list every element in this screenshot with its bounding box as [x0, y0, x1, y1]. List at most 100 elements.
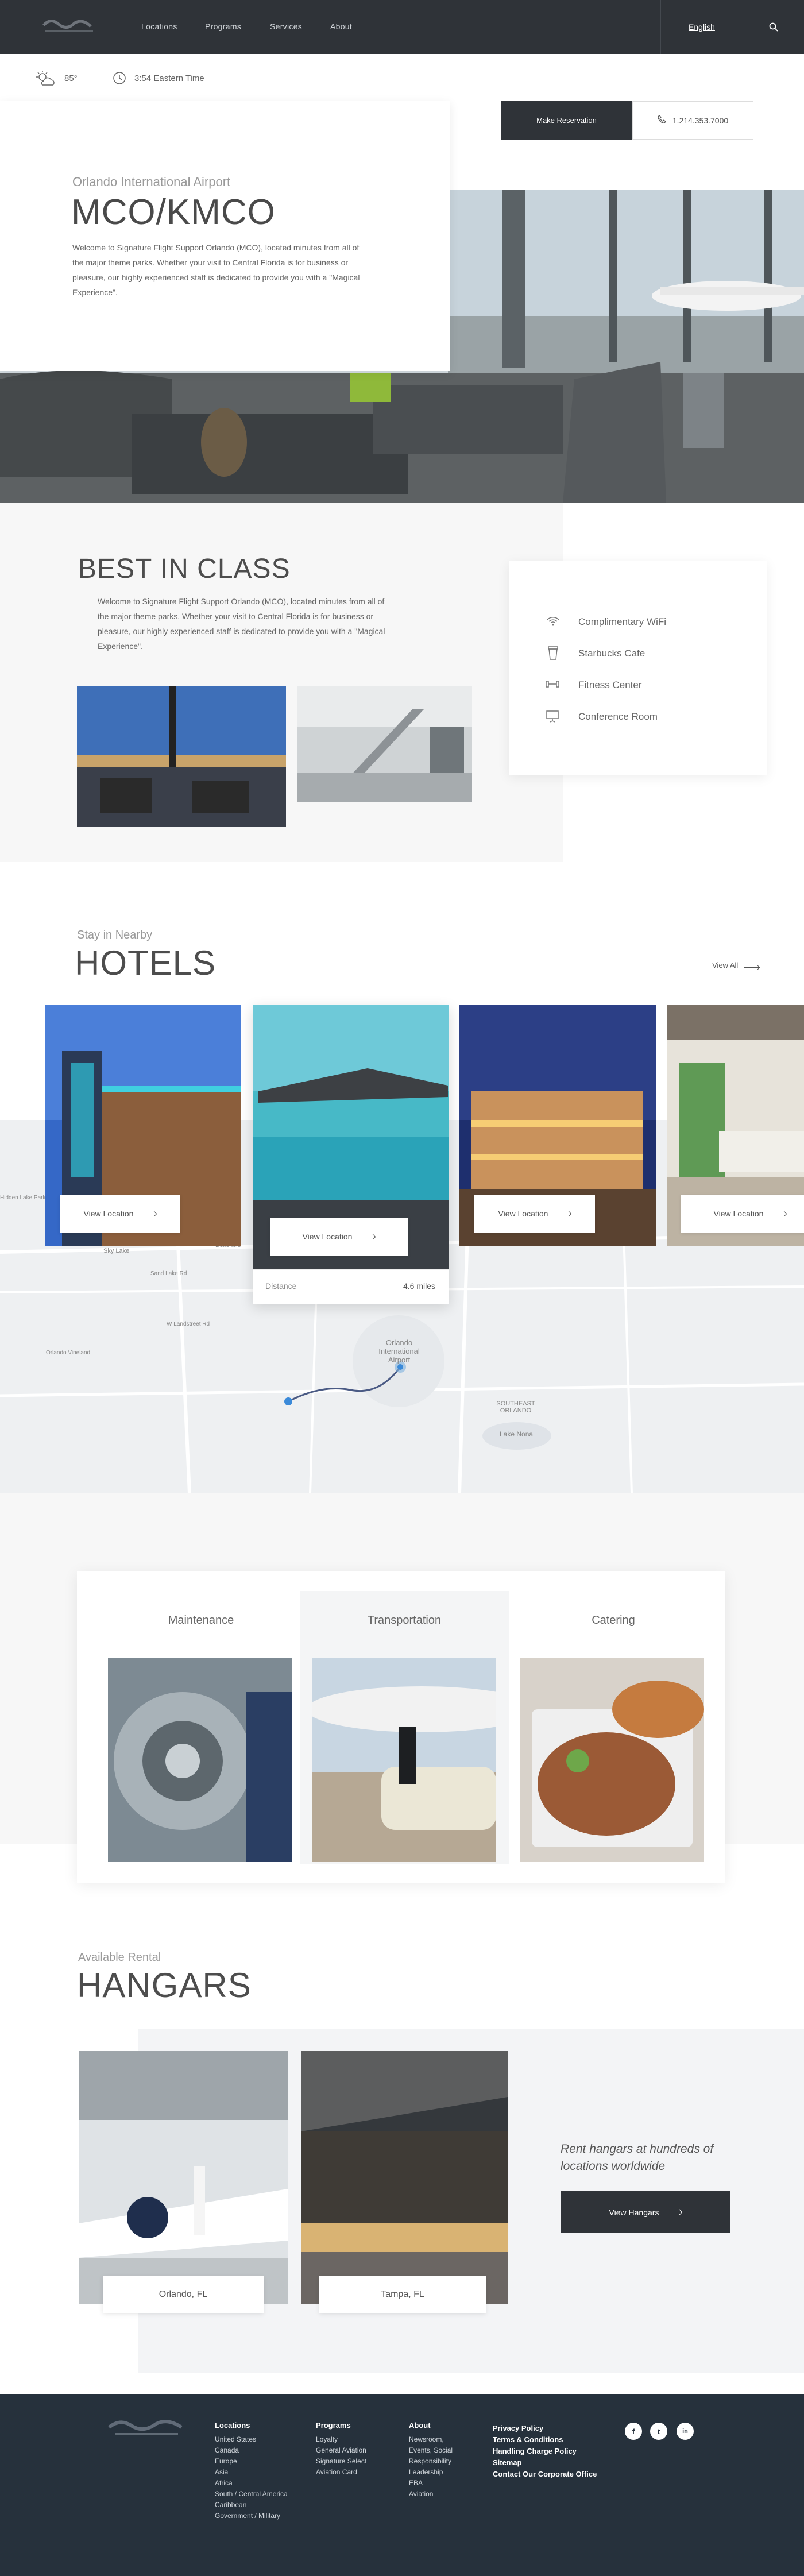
footer-logo[interactable]	[103, 2415, 190, 2443]
nav-locations[interactable]: Locations	[141, 22, 177, 31]
wifi-icon	[547, 616, 559, 629]
footer-link[interactable]: Leadership	[409, 2467, 453, 2478]
nav-about[interactable]: About	[330, 22, 352, 31]
footer-link[interactable]: General Aviation	[316, 2445, 366, 2456]
footer-link[interactable]: Government / Military	[215, 2511, 288, 2521]
hotel-card[interactable]: View Location	[667, 1005, 804, 1246]
map-label-sand-lake: Sand Lake Rd	[150, 1270, 187, 1277]
view-hangars-button[interactable]: View Hangars	[561, 2191, 730, 2233]
make-reservation-button[interactable]: Make Reservation	[501, 101, 632, 140]
footer-link[interactable]: Africa	[215, 2478, 288, 2489]
hero-card: Orlando International Airport MCO/KMCO W…	[0, 101, 450, 371]
service-transportation-label[interactable]: Transportation	[312, 1614, 496, 1627]
footer-link[interactable]: South / Central America	[215, 2489, 288, 2500]
footer-link[interactable]: Caribbean	[215, 2500, 288, 2511]
phone-icon	[658, 115, 667, 126]
presentation-icon	[546, 709, 559, 726]
amenity-fitness: Fitness Center	[578, 679, 642, 690]
map-label-sky-lake: Sky Lake	[103, 1248, 130, 1254]
view-location-label: View Location	[302, 1232, 353, 1241]
hotels-eyebrow: Stay in Nearby	[77, 929, 153, 941]
footer-link[interactable]: Responsibility	[409, 2456, 453, 2467]
footer-about-head: About	[409, 2421, 431, 2430]
hangar-card-tampa[interactable]: Tampa, FL	[301, 2051, 508, 2313]
amenities-card: Complimentary WiFi Starbucks Cafe Fitnes…	[509, 561, 767, 775]
footer-link[interactable]: Asia	[215, 2467, 288, 2478]
best-in-class-description: Welcome to Signature Flight Support Orla…	[98, 597, 385, 651]
twitter-icon[interactable]: t	[650, 2423, 667, 2440]
nav-programs[interactable]: Programs	[205, 22, 241, 31]
hotels-title: HOTELS	[75, 944, 217, 982]
phone-button[interactable]: 1.214.353.7000	[632, 101, 753, 140]
local-time: 3:54 Eastern Time	[134, 74, 204, 83]
footer-link[interactable]: Canada	[215, 2445, 288, 2456]
footer-about-list: Newsroom, Events, Social Responsibility …	[409, 2434, 453, 2500]
view-location-label: View Location	[83, 1209, 134, 1218]
map-label-vineland: Orlando Vineland	[46, 1350, 91, 1356]
airport-name: Orlando International Airport	[72, 175, 231, 189]
service-maintenance-label[interactable]: Maintenance	[109, 1614, 293, 1627]
view-all-label: View All	[712, 961, 739, 970]
footer-locations-list: United States Canada Europe Asia Africa …	[215, 2434, 288, 2521]
linkedin-icon[interactable]: in	[677, 2423, 694, 2440]
footer-legal-link[interactable]: Contact Our Corporate Office	[493, 2469, 597, 2480]
footer-legal-link[interactable]: Privacy Policy	[493, 2423, 597, 2434]
footer-link[interactable]: Loyalty	[316, 2434, 366, 2445]
nav-services[interactable]: Services	[270, 22, 302, 31]
footer-link[interactable]: Aviation Card	[316, 2467, 366, 2478]
view-location-button[interactable]: View Location	[60, 1195, 180, 1233]
amenity-wifi: Complimentary WiFi	[578, 616, 667, 627]
arrow-right-icon	[744, 967, 760, 968]
footer-legal-link[interactable]: Handling Charge Policy	[493, 2446, 597, 2457]
view-all-link[interactable]: View All	[712, 961, 760, 970]
map-label-hidden-lake: Hidden Lake Park	[0, 1195, 46, 1201]
footer-link[interactable]: Newsroom,	[409, 2434, 453, 2445]
company-logo[interactable]	[33, 14, 105, 39]
footer-link[interactable]: Signature Select	[316, 2456, 366, 2467]
footer-link[interactable]: United States	[215, 2434, 288, 2445]
view-location-button[interactable]: View Location	[681, 1195, 804, 1233]
footer-link[interactable]: Aviation	[409, 2489, 453, 2500]
dumbbell-icon	[546, 679, 559, 692]
hangar-location-label: Tampa, FL	[319, 2276, 486, 2313]
footer-legal-list: Privacy Policy Terms & Conditions Handli…	[493, 2423, 597, 2480]
hangars-title: HANGARS	[77, 1966, 252, 2005]
view-location-button[interactable]: View Location	[270, 1218, 408, 1256]
best-in-class-title: BEST IN CLASS	[78, 554, 291, 584]
amenity-starbucks: Starbucks Cafe	[578, 648, 645, 659]
transportation-photo[interactable]	[307, 1658, 536, 1862]
catering-photo[interactable]	[520, 1658, 704, 1862]
distance-row: Distance 4.6 miles	[253, 1269, 449, 1304]
service-catering-label[interactable]: Catering	[521, 1614, 705, 1627]
footer-programs-head: Programs	[316, 2421, 351, 2430]
amenity-conference: Conference Room	[578, 711, 658, 722]
footer-legal-link[interactable]: Terms & Conditions	[493, 2434, 597, 2446]
map-label-airport: Orlando International Airport	[378, 1338, 420, 1364]
view-hangars-label: View Hangars	[609, 2207, 659, 2217]
maintenance-photo[interactable]	[108, 1658, 292, 1862]
language-selector[interactable]: English	[660, 0, 743, 54]
search-icon[interactable]	[743, 0, 804, 54]
facebook-icon[interactable]: f	[625, 2423, 642, 2440]
top-nav: Locations Programs Services About Englis…	[0, 0, 804, 54]
footer-link[interactable]: Events, Social	[409, 2445, 453, 2456]
footer-link[interactable]: EBA	[409, 2478, 453, 2489]
map-label-landstreet: W Landstreet Rd	[167, 1321, 210, 1327]
services-card: Maintenance Transportation Catering	[77, 1571, 725, 1883]
weather-icon	[34, 70, 56, 90]
hangars-eyebrow: Available Rental	[78, 1951, 161, 1964]
hotel-card[interactable]: View Location	[45, 1005, 241, 1246]
hangar-location-label: Orlando, FL	[103, 2276, 264, 2313]
footer-locations-head: Locations	[215, 2421, 250, 2430]
hotel-card-featured[interactable]: View Location Distance 4.6 miles	[253, 1005, 449, 1304]
view-location-button[interactable]: View Location	[474, 1195, 595, 1233]
footer-legal-link[interactable]: Sitemap	[493, 2457, 597, 2469]
footer-link[interactable]: Europe	[215, 2456, 288, 2467]
page-title: MCO/KMCO	[71, 192, 276, 232]
hangar-card-orlando[interactable]: Orlando, FL	[79, 2051, 288, 2313]
hangars-tagline: Rent hangars at hundreds of locations wo…	[561, 2142, 714, 2173]
phone-number: 1.214.353.7000	[672, 115, 729, 125]
map-label-lake-nona: Lake Nona	[500, 1430, 534, 1438]
lounge-photo	[77, 686, 286, 827]
hotel-card[interactable]: View Location	[459, 1005, 656, 1246]
